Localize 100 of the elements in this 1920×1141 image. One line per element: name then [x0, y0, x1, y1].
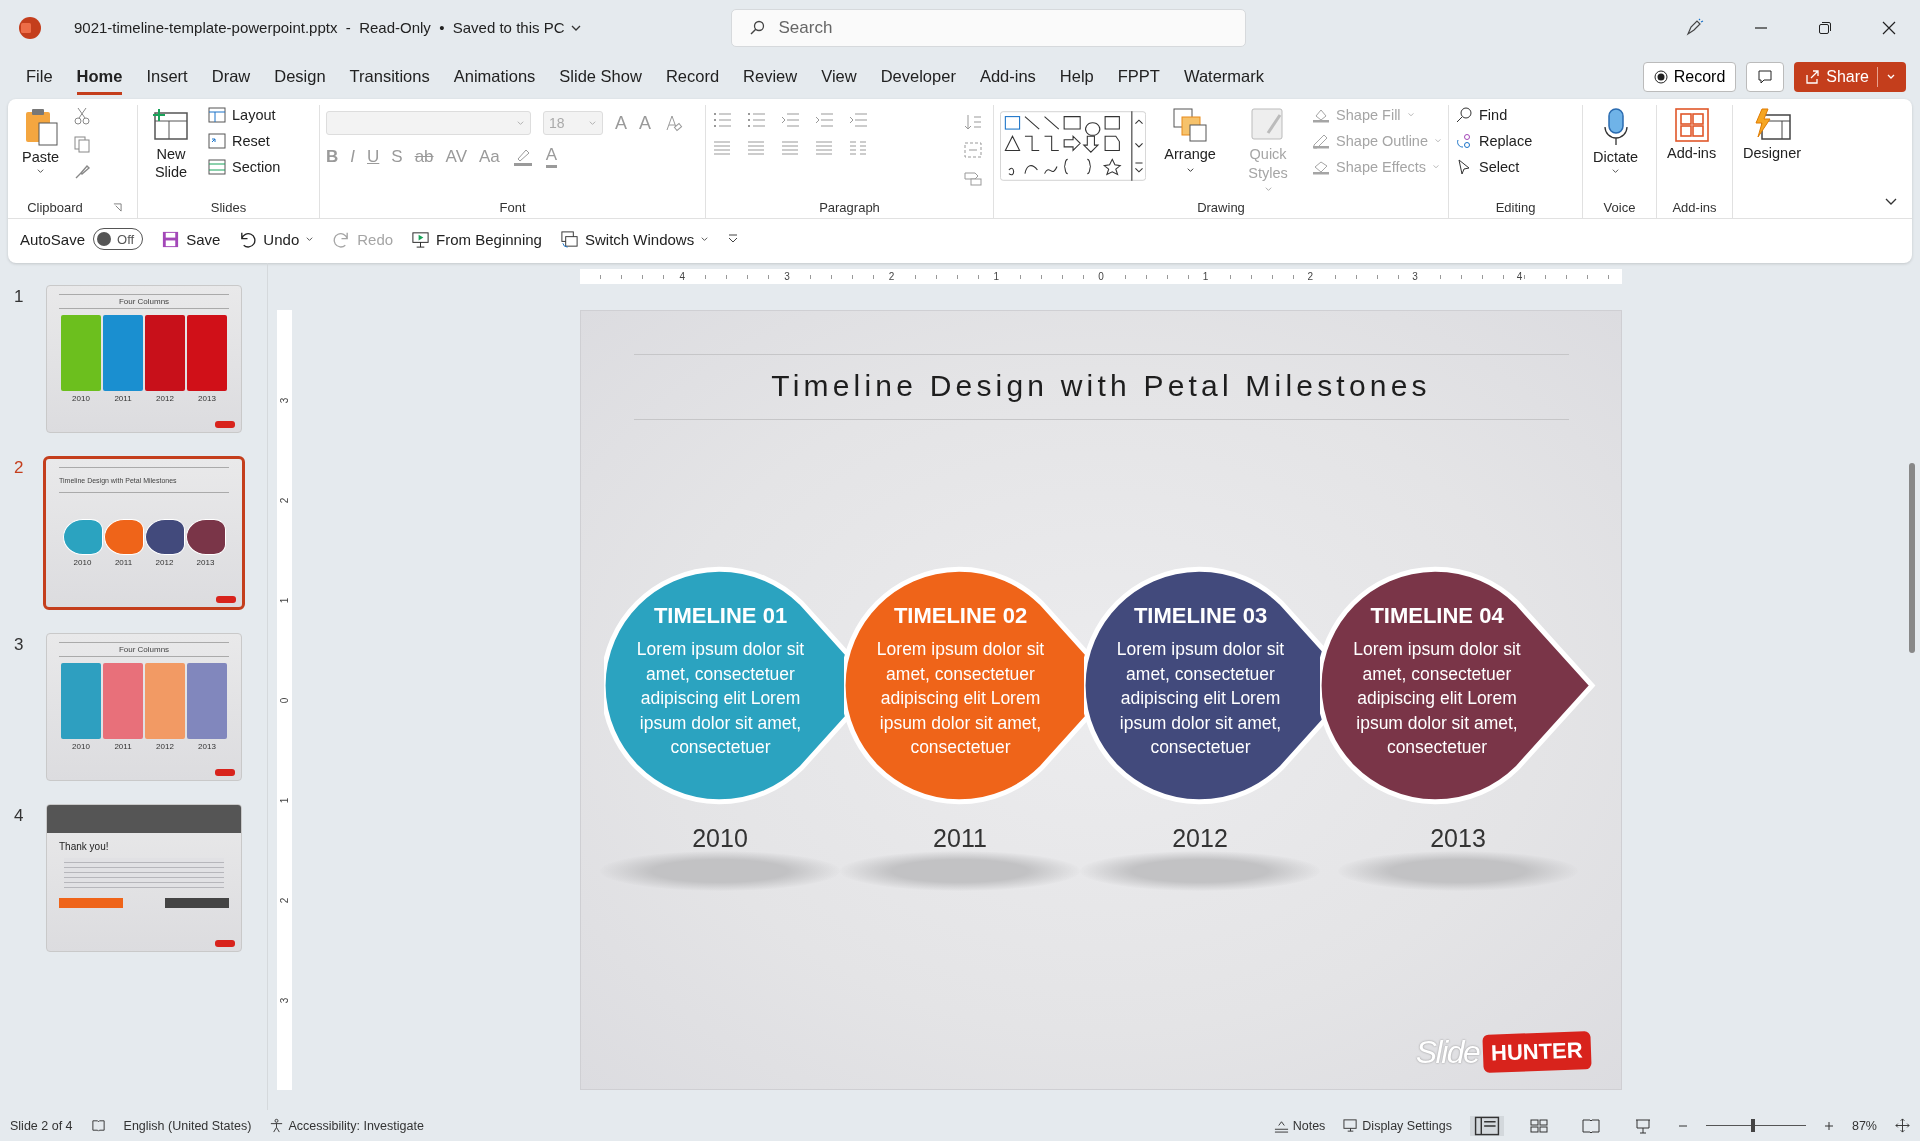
new-slide-icon: [151, 107, 191, 143]
menu-tab[interactable]: Draw: [211, 59, 251, 95]
pen-icon[interactable]: [1684, 17, 1704, 38]
grid-icon: [1673, 107, 1710, 143]
add-ins-button[interactable]: Add-ins: [1663, 105, 1721, 163]
monitor-icon: [1343, 1118, 1359, 1133]
dictate-button[interactable]: Dictate: [1589, 105, 1643, 178]
smartart-icon[interactable]: [963, 169, 983, 187]
new-slide-button[interactable]: New Slide: [144, 105, 198, 183]
caret-icon: [1185, 166, 1195, 175]
toolbar-button[interactable]: Save: [161, 229, 221, 249]
customize-toolbar-icon[interactable]: [727, 233, 740, 245]
ribbon-button[interactable]: Replace: [1455, 131, 1533, 151]
align-right-icon[interactable]: [780, 139, 800, 157]
menu-tab[interactable]: Add-ins: [979, 59, 1036, 95]
logo-badge: HUNTER: [1482, 1031, 1592, 1073]
toolbar-button[interactable]: Undo: [238, 229, 315, 249]
zoom-level[interactable]: 87%: [1851, 1118, 1877, 1133]
caret-icon: [1611, 167, 1621, 176]
book-icon[interactable]: [90, 1118, 106, 1133]
numbering-icon[interactable]: [746, 111, 766, 129]
thumbnail-year: 2012: [156, 394, 174, 403]
menu-tab[interactable]: Watermark: [1183, 59, 1264, 95]
ribbon-button[interactable]: Layout: [208, 105, 281, 125]
search-field[interactable]: Search: [731, 8, 1247, 47]
close-icon[interactable]: [1882, 20, 1896, 35]
slide-thumbnail[interactable]: Thank you!: [46, 804, 242, 952]
clear-formatting-icon[interactable]: [663, 113, 684, 133]
restore-icon[interactable]: [1818, 20, 1832, 35]
accessibility-status[interactable]: Accessibility: Investigate: [269, 1118, 424, 1133]
menu-tab[interactable]: Record: [665, 59, 720, 95]
menu-tab[interactable]: FPPT: [1117, 59, 1160, 95]
zoom-in-icon[interactable]: [1823, 1120, 1834, 1131]
copy-icon[interactable]: [73, 135, 92, 153]
ribbon-button[interactable]: Reset: [208, 131, 281, 151]
menu-tab[interactable]: Transitions: [349, 59, 430, 95]
milestone-heading: TIMELINE 02: [893, 603, 1028, 629]
columns-icon[interactable]: [848, 139, 868, 157]
search-icon: [1455, 106, 1473, 124]
logo-icon: [215, 421, 235, 428]
line-spacing-icon[interactable]: [848, 111, 868, 129]
toolbar-button[interactable]: Switch Windows: [559, 229, 710, 249]
menu-tab[interactable]: Insert: [146, 59, 188, 95]
text-direction-icon[interactable]: [963, 113, 983, 131]
brush-icon[interactable]: [73, 163, 92, 181]
language-status[interactable]: English (United States): [123, 1118, 252, 1133]
slide-title: Timeline Design with Petal Milestones: [771, 368, 1431, 404]
align-center-icon[interactable]: [746, 139, 766, 157]
record-button[interactable]: Record: [1642, 62, 1737, 92]
caret-icon: [1432, 163, 1441, 171]
caret-icon: [1263, 185, 1273, 194]
menu-tab[interactable]: Help: [1059, 59, 1094, 95]
normal-view-icon[interactable]: [1469, 1115, 1504, 1136]
ribbon-button[interactable]: Section: [208, 157, 281, 177]
ribbon-button[interactable]: Find: [1455, 105, 1533, 125]
toolbar-button[interactable]: From Beginning: [411, 229, 542, 249]
justify-icon[interactable]: [814, 139, 834, 157]
caret-icon: [700, 234, 710, 244]
fit-slide-icon[interactable]: [1895, 1118, 1910, 1133]
display-settings-button[interactable]: Display Settings: [1343, 1118, 1452, 1133]
menu-tab[interactable]: Review: [743, 59, 798, 95]
menu-tab[interactable]: File: [26, 59, 53, 95]
group-label: Add-ins: [1672, 199, 1717, 215]
dialog-launcher-icon[interactable]: [112, 202, 122, 212]
share-icon: [1804, 69, 1821, 85]
milestone-text: Lorem ipsum dolor sit amet, consectetuer adipiscing elit Lorem ipsum dolor sit amet, consectetuer: [1352, 638, 1522, 759]
menu-tab[interactable]: Slide Show: [559, 59, 642, 95]
menu-tab[interactable]: Animations: [453, 59, 536, 95]
share-button[interactable]: Share: [1794, 62, 1906, 92]
paste-button[interactable]: Paste: [18, 105, 64, 178]
thumbnail-year: 2011: [114, 742, 132, 751]
arrange-button[interactable]: Arrange: [1156, 105, 1225, 177]
ribbon-button[interactable]: Select: [1455, 157, 1533, 177]
slide-number: 4: [14, 805, 25, 826]
designer-button[interactable]: Designer: [1739, 105, 1806, 163]
slide-canvas[interactable]: [580, 310, 1622, 1090]
comments-button[interactable]: [1746, 62, 1785, 92]
slide-thumbnail[interactable]: Four Columns 2010 2011 2012 2013: [46, 633, 242, 781]
align-text-icon[interactable]: [963, 141, 983, 159]
group-label: Voice: [1603, 199, 1636, 215]
slide-number: 2: [14, 457, 25, 478]
document-title[interactable]: 9021-timeline-template-powerpoint.pptx - Read-Only • Saved to this PC: [74, 19, 565, 36]
thumbnail-year: 2012: [156, 742, 174, 751]
milestone-text: Lorem ipsum dolor sit amet, consectetuer adipiscing elit Lorem ipsum dolor sit amet, consectetuer: [635, 638, 806, 759]
record-icon: [1653, 70, 1668, 84]
decrease-indent-icon[interactable]: [780, 111, 800, 129]
thumbnail-button: [165, 898, 229, 908]
thumbnail-year: 2013: [196, 558, 215, 567]
slide-counter: Slide 2 of 4: [10, 1118, 73, 1133]
increase-indent-icon[interactable]: [814, 111, 834, 129]
notes-button[interactable]: Notes: [1273, 1118, 1326, 1133]
menu-tab[interactable]: Home: [76, 59, 123, 95]
bullets-icon[interactable]: [712, 111, 732, 129]
slide-thumbnail[interactable]: Four Columns 2010 2011 2012 2013: [46, 285, 242, 433]
menu-tab[interactable]: Developer: [880, 59, 956, 95]
scissors-icon[interactable]: [73, 107, 92, 125]
menu-tab[interactable]: View: [821, 59, 857, 95]
align-left-icon[interactable]: [712, 139, 732, 157]
menu-tab[interactable]: Design: [274, 59, 326, 95]
milestone-heading: TIMELINE 04: [1370, 603, 1504, 629]
